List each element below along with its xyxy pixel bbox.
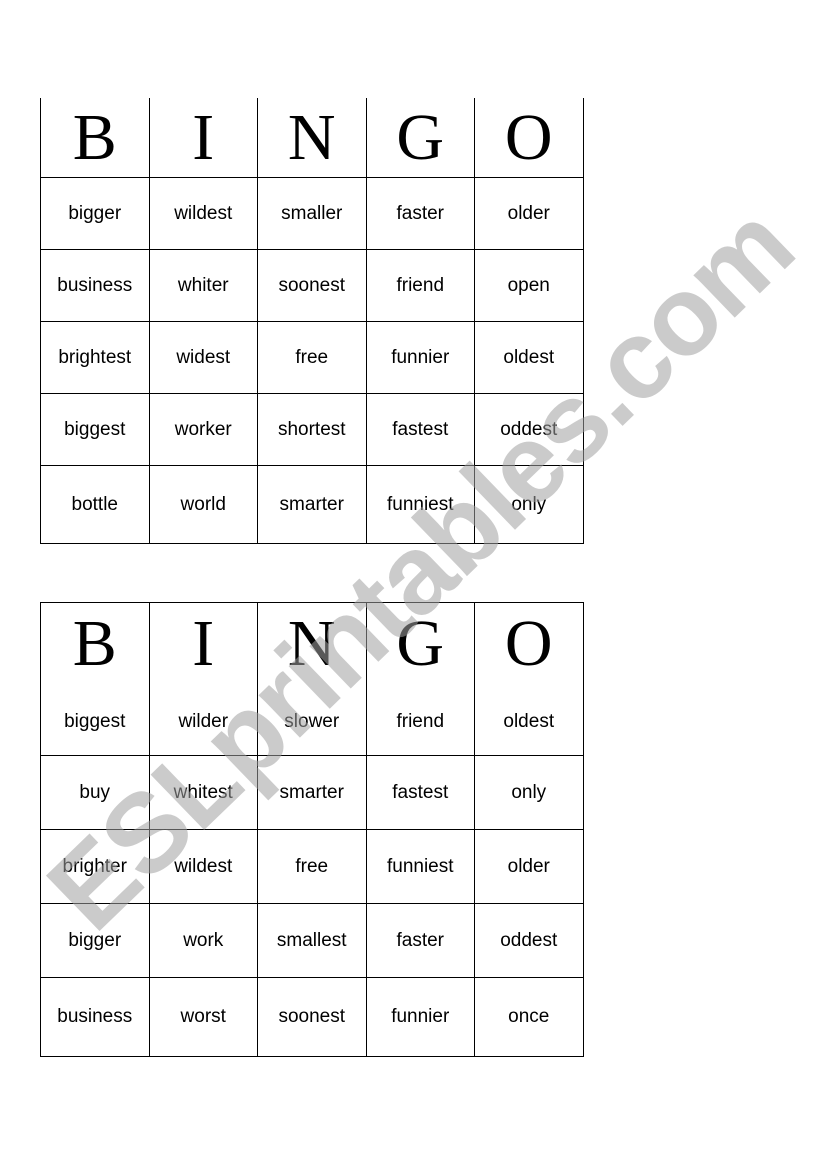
bingo-cell: only: [474, 755, 584, 830]
bingo-cell: soonest: [257, 249, 367, 322]
header-row: Bbiggest Iwilder Nslower Gfriend Ooldest: [40, 602, 584, 756]
bingo-cell: soonest: [257, 977, 367, 1057]
cell-word: oldest: [503, 711, 555, 732]
bingo-row: brightest widest free funnier oldest: [40, 321, 584, 394]
bingo-card-2: Bbiggest Iwilder Nslower Gfriend Ooldest buy w…: [40, 602, 584, 1057]
bingo-cell: oldest: [474, 321, 584, 394]
bingo-cell: wildest: [148, 177, 258, 250]
header-letter: I: [192, 607, 215, 680]
bingo-cell: open: [474, 249, 584, 322]
bingo-cell: Gfriend: [365, 602, 475, 756]
cell-word: biggest: [64, 711, 126, 732]
bingo-row: brighter wildest free funniest older: [40, 829, 584, 904]
bingo-cell: only: [474, 465, 584, 544]
header-letter: I: [192, 100, 215, 174]
header-row: B INGO: [40, 98, 584, 178]
bingo-cell: widest: [148, 321, 258, 394]
bingo-row: bottle world smarter funniest only: [40, 465, 584, 544]
bingo-row: bigger wildest smaller faster older: [40, 177, 584, 250]
header-letter: N: [287, 100, 336, 174]
bingo-cell: shortest: [257, 393, 367, 466]
bingo-cell: funnier: [365, 977, 475, 1057]
bingo-cell: bigger: [40, 177, 150, 250]
bingo-cell: faster: [365, 177, 475, 250]
bingo-row: buy whitest smarter fastest only: [40, 755, 584, 830]
header-letter: O: [504, 100, 553, 174]
bingo-cell: world: [148, 465, 258, 544]
bingo-cell: friend: [365, 249, 475, 322]
header-letter: B: [72, 607, 117, 680]
bingo-cell: biggest: [40, 393, 150, 466]
bingo-card-1: B I N G Obigger wildest smaller faster older busi…: [40, 98, 584, 544]
bingo-cell: smarter: [257, 465, 367, 544]
header-letter: G: [396, 607, 445, 680]
header-letter: G: [396, 100, 445, 174]
bingo-cell: older: [474, 829, 584, 904]
bingo-cell: worst: [148, 977, 258, 1057]
bingo-cell: brighter: [40, 829, 150, 904]
bingo-cell: Iwilder: [148, 602, 258, 756]
bingo-cell: free: [257, 829, 367, 904]
bingo-cell: oddest: [474, 393, 584, 466]
bingo-row: business worst soonest funnier once: [40, 977, 584, 1057]
bingo-cell: whitest: [148, 755, 258, 830]
bingo-cell: smaller: [257, 177, 367, 250]
bingo-cell: buy: [40, 755, 150, 830]
bingo-cell: business: [40, 249, 150, 322]
cell-word: slower: [284, 711, 340, 732]
bingo-cell: Bbiggest: [40, 602, 150, 756]
cell-word: wilder: [178, 711, 229, 732]
bingo-cell: wildest: [148, 829, 258, 904]
bingo-row: business whiter soonest friend open: [40, 249, 584, 322]
bingo-row: biggest worker shortest fastest oddest: [40, 393, 584, 466]
header-cell: B: [40, 98, 150, 178]
bingo-cell: free: [257, 321, 367, 394]
bingo-cell: smarter: [257, 755, 367, 830]
bingo-cell: funniest: [365, 829, 475, 904]
bingo-cell: oddest: [474, 903, 584, 978]
header-cell: O: [474, 98, 584, 178]
bingo-cell: business: [40, 977, 150, 1057]
bingo-cell: fastest: [365, 755, 475, 830]
bingo-cell: funniest: [365, 465, 475, 544]
bingo-cell: smallest: [257, 903, 367, 978]
header-cell: G: [365, 98, 475, 178]
bingo-cell: once: [474, 977, 584, 1057]
bingo-cell: Ooldest: [474, 602, 584, 756]
header-letter: B: [72, 100, 117, 174]
header-letter: O: [504, 607, 553, 680]
cell-word: friend: [396, 711, 445, 732]
bingo-cell: brightest: [40, 321, 150, 394]
bingo-cell: funnier: [365, 321, 475, 394]
bingo-row: bigger work smallest faster oddest: [40, 903, 584, 978]
bingo-cell: older: [474, 177, 584, 250]
bingo-cell: work: [148, 903, 258, 978]
header-letter: N: [287, 607, 336, 680]
header-cell: I: [148, 98, 258, 178]
bingo-cell: Nslower: [257, 602, 367, 756]
bingo-cell: bottle: [40, 465, 150, 544]
bingo-cell: bigger: [40, 903, 150, 978]
worksheet-page: B I N G Obigger wildest smaller faster older busi…: [0, 0, 821, 1169]
bingo-cell: faster: [365, 903, 475, 978]
header-cell: N: [257, 98, 367, 178]
bingo-cell: fastest: [365, 393, 475, 466]
bingo-cell: worker: [148, 393, 258, 466]
bingo-cell: whiter: [148, 249, 258, 322]
